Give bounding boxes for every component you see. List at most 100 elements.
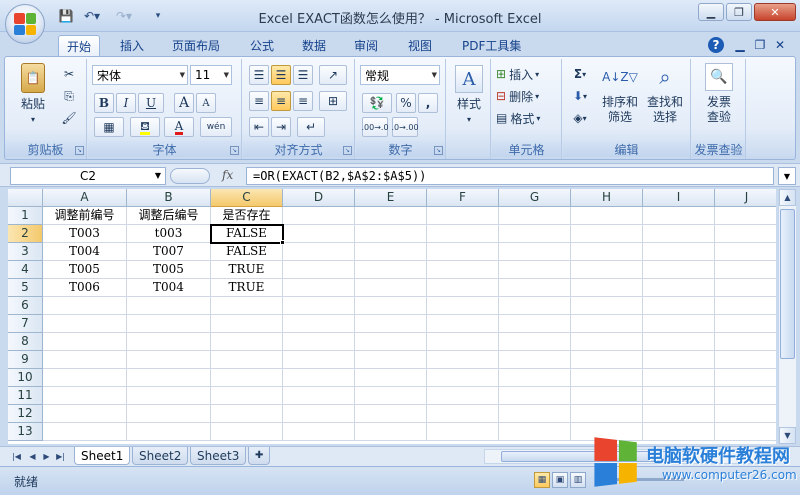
- cell-b4[interactable]: T005: [127, 261, 211, 279]
- row-header-13[interactable]: 13: [8, 423, 43, 441]
- cell-i11[interactable]: [643, 387, 715, 405]
- insert-sheet-icon[interactable]: ✚: [248, 447, 271, 465]
- cell-g11[interactable]: [499, 387, 571, 405]
- vertical-scrollbar[interactable]: ▲ ▼: [778, 189, 796, 444]
- cell-e11[interactable]: [355, 387, 427, 405]
- cell-b9[interactable]: [127, 351, 211, 369]
- cell-d3[interactable]: [283, 243, 355, 261]
- cell-b7[interactable]: [127, 315, 211, 333]
- find-select-button[interactable]: ⌕ 查找和 选择: [643, 63, 687, 125]
- column-header-f[interactable]: F: [427, 189, 499, 207]
- cell-b13[interactable]: [127, 423, 211, 441]
- increase-indent-button[interactable]: ⇥: [271, 117, 291, 137]
- cell-i5[interactable]: [643, 279, 715, 297]
- cell-b11[interactable]: [127, 387, 211, 405]
- cell-f10[interactable]: [427, 369, 499, 387]
- column-header-i[interactable]: I: [643, 189, 715, 207]
- increase-decimal-button[interactable]: .00→.0: [361, 117, 389, 137]
- cell-d13[interactable]: [283, 423, 355, 441]
- cell-e9[interactable]: [355, 351, 427, 369]
- cell-h8[interactable]: [571, 333, 643, 351]
- cell-b12[interactable]: [127, 405, 211, 423]
- cell-d12[interactable]: [283, 405, 355, 423]
- column-header-h[interactable]: H: [571, 189, 643, 207]
- cell-h11[interactable]: [571, 387, 643, 405]
- font-launcher-icon[interactable]: ↘: [230, 146, 239, 155]
- cell-c5[interactable]: TRUE: [211, 279, 283, 297]
- cell-a12[interactable]: [43, 405, 127, 423]
- cell-d7[interactable]: [283, 315, 355, 333]
- cell-j13[interactable]: [715, 423, 776, 441]
- delete-cells-button[interactable]: ⊟ 删除 ▾: [496, 87, 558, 105]
- align-center-button[interactable]: ≡: [271, 91, 291, 111]
- cut-icon[interactable]: ✂: [59, 65, 79, 83]
- cell-h7[interactable]: [571, 315, 643, 333]
- cell-h1[interactable]: [571, 207, 643, 225]
- row-header-3[interactable]: 3: [8, 243, 43, 261]
- next-sheet-icon[interactable]: ▶: [40, 450, 53, 463]
- cell-e4[interactable]: [355, 261, 427, 279]
- column-header-b[interactable]: B: [127, 189, 211, 207]
- tab-pdf-tools[interactable]: PDF工具集: [454, 35, 529, 56]
- cell-g3[interactable]: [499, 243, 571, 261]
- cell-i12[interactable]: [643, 405, 715, 423]
- cell-b5[interactable]: T004: [127, 279, 211, 297]
- cell-i6[interactable]: [643, 297, 715, 315]
- cell-h2[interactable]: [571, 225, 643, 243]
- font-name-select[interactable]: 宋体 ▼: [92, 65, 188, 85]
- tab-insert[interactable]: 插入: [112, 35, 152, 56]
- cell-c8[interactable]: [211, 333, 283, 351]
- grow-font-button[interactable]: A: [174, 93, 194, 113]
- cell-f6[interactable]: [427, 297, 499, 315]
- formula-bar-splitter[interactable]: [170, 168, 210, 184]
- sheet-tab-sheet1[interactable]: Sheet1: [74, 447, 131, 465]
- row-header-5[interactable]: 5: [8, 279, 43, 297]
- cell-c12[interactable]: [211, 405, 283, 423]
- column-header-a[interactable]: A: [43, 189, 127, 207]
- cell-a6[interactable]: [43, 297, 127, 315]
- tab-page-layout[interactable]: 页面布局: [164, 35, 228, 56]
- cell-i4[interactable]: [643, 261, 715, 279]
- cell-d5[interactable]: [283, 279, 355, 297]
- cell-g10[interactable]: [499, 369, 571, 387]
- tab-review[interactable]: 审阅: [346, 35, 386, 56]
- clipboard-launcher-icon[interactable]: ↘: [75, 146, 84, 155]
- cell-g13[interactable]: [499, 423, 571, 441]
- normal-view-button[interactable]: ▦: [534, 472, 550, 488]
- cell-f12[interactable]: [427, 405, 499, 423]
- cell-j3[interactable]: [715, 243, 776, 261]
- bold-button[interactable]: B: [94, 93, 114, 113]
- underline-button[interactable]: U: [138, 93, 164, 113]
- first-sheet-icon[interactable]: |◀: [10, 450, 23, 463]
- sort-filter-button[interactable]: A↓Z▽ 排序和 筛选: [599, 63, 641, 125]
- insert-cells-button[interactable]: ⊞ 插入 ▾: [496, 65, 558, 83]
- cell-h12[interactable]: [571, 405, 643, 423]
- wrap-text-button[interactable]: ↵: [297, 117, 325, 137]
- minimize-button[interactable]: ▁: [698, 3, 724, 21]
- cell-d2[interactable]: [283, 225, 355, 243]
- cell-h9[interactable]: [571, 351, 643, 369]
- cell-e1[interactable]: [355, 207, 427, 225]
- help-icon[interactable]: ?: [708, 37, 724, 53]
- cell-a10[interactable]: [43, 369, 127, 387]
- select-all-corner[interactable]: [8, 189, 43, 207]
- cell-f11[interactable]: [427, 387, 499, 405]
- phonetic-button[interactable]: wén: [200, 117, 232, 137]
- row-header-4[interactable]: 4: [8, 261, 43, 279]
- scroll-up-icon[interactable]: ▲: [779, 189, 796, 206]
- cell-h13[interactable]: [571, 423, 643, 441]
- fill-color-button[interactable]: ⛾: [130, 117, 160, 137]
- cell-h4[interactable]: [571, 261, 643, 279]
- cell-j8[interactable]: [715, 333, 776, 351]
- cell-b8[interactable]: [127, 333, 211, 351]
- invoice-check-button[interactable]: 🔍 发票 查验: [696, 63, 742, 125]
- cell-d6[interactable]: [283, 297, 355, 315]
- cell-a8[interactable]: [43, 333, 127, 351]
- cell-g12[interactable]: [499, 405, 571, 423]
- column-header-e[interactable]: E: [355, 189, 427, 207]
- cell-c7[interactable]: [211, 315, 283, 333]
- tab-home[interactable]: 开始: [58, 35, 101, 56]
- cell-a11[interactable]: [43, 387, 127, 405]
- cell-i10[interactable]: [643, 369, 715, 387]
- cell-i13[interactable]: [643, 423, 715, 441]
